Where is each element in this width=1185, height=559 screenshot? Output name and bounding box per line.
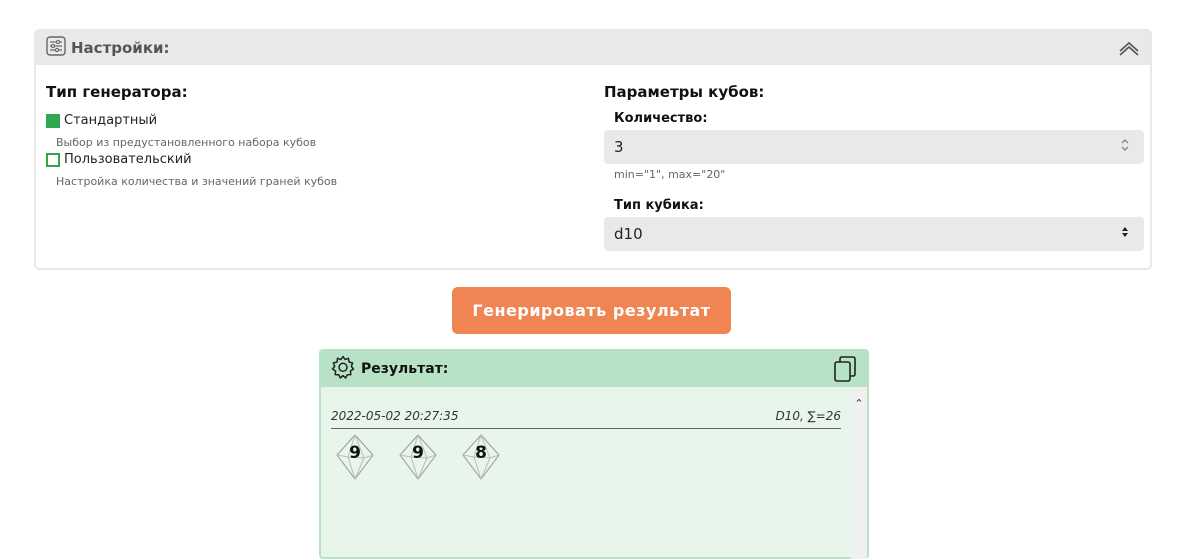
dice-params-heading: Параметры кубов:	[604, 83, 765, 101]
die-value: 9	[349, 443, 361, 463]
result-meta: 2022-05-02 20:27:35 D10, ∑=26	[331, 409, 841, 429]
option-custom-label: Пользовательский	[64, 152, 192, 167]
result-summary: D10, ∑=26	[775, 409, 841, 423]
gear-icon	[331, 355, 355, 383]
settings-title: Настройки:	[71, 39, 170, 57]
dice-type-label: Тип кубика:	[614, 198, 704, 213]
stepper-icon[interactable]	[1120, 138, 1130, 156]
count-hint: min="1", max="20"	[614, 168, 726, 181]
die-value: 9	[412, 443, 424, 463]
generator-type-heading: Тип генератора:	[46, 83, 188, 101]
option-standard-description: Выбор из предустановленного набора кубов	[56, 136, 317, 149]
result-timestamp: 2022-05-02 20:27:35	[331, 409, 459, 423]
dice-type-select[interactable]: d10	[604, 217, 1144, 251]
option-standard[interactable]: Стандартный	[46, 113, 566, 128]
count-label: Количество:	[614, 111, 708, 126]
result-header: Результат:	[321, 351, 867, 387]
dice-type-value: d10	[614, 225, 643, 243]
dice-params-section: Параметры кубов: Количество: 3 min="1", …	[604, 83, 1144, 251]
option-custom[interactable]: Пользовательский	[46, 152, 566, 167]
checked-box-icon[interactable]	[46, 113, 60, 128]
dice-list: 9 9 8	[335, 433, 524, 481]
copy-icon[interactable]	[833, 355, 857, 383]
settings-header[interactable]: Настройки:	[36, 31, 1150, 65]
scroll-up-icon[interactable]: ⌃	[851, 397, 867, 410]
result-panel: Результат: ⌃ 2022-05-02 20:27:35 D10, ∑=…	[319, 349, 869, 559]
settings-panel: Настройки: Тип генератора: Стандартный В…	[34, 29, 1152, 270]
result-scrollbar[interactable]: ⌃	[851, 387, 867, 559]
die-value: 8	[475, 443, 487, 463]
generate-result-button[interactable]: Генерировать результат	[452, 287, 731, 334]
count-input[interactable]: 3	[604, 130, 1144, 164]
die-result: 9	[398, 433, 438, 481]
result-title: Результат:	[361, 361, 449, 377]
collapse-chevrons-icon[interactable]	[1118, 40, 1140, 56]
option-custom-description: Настройка количества и значений граней к…	[56, 175, 338, 188]
count-value: 3	[614, 138, 624, 156]
option-standard-label: Стандартный	[64, 113, 158, 128]
unchecked-box-icon[interactable]	[46, 152, 60, 167]
sliders-icon	[46, 36, 66, 60]
die-result: 9	[335, 433, 375, 481]
die-result: 8	[461, 433, 501, 481]
generator-type-section: Тип генератора: Стандартный Выбор из пре…	[46, 83, 566, 191]
select-arrows-icon[interactable]	[1120, 225, 1130, 243]
